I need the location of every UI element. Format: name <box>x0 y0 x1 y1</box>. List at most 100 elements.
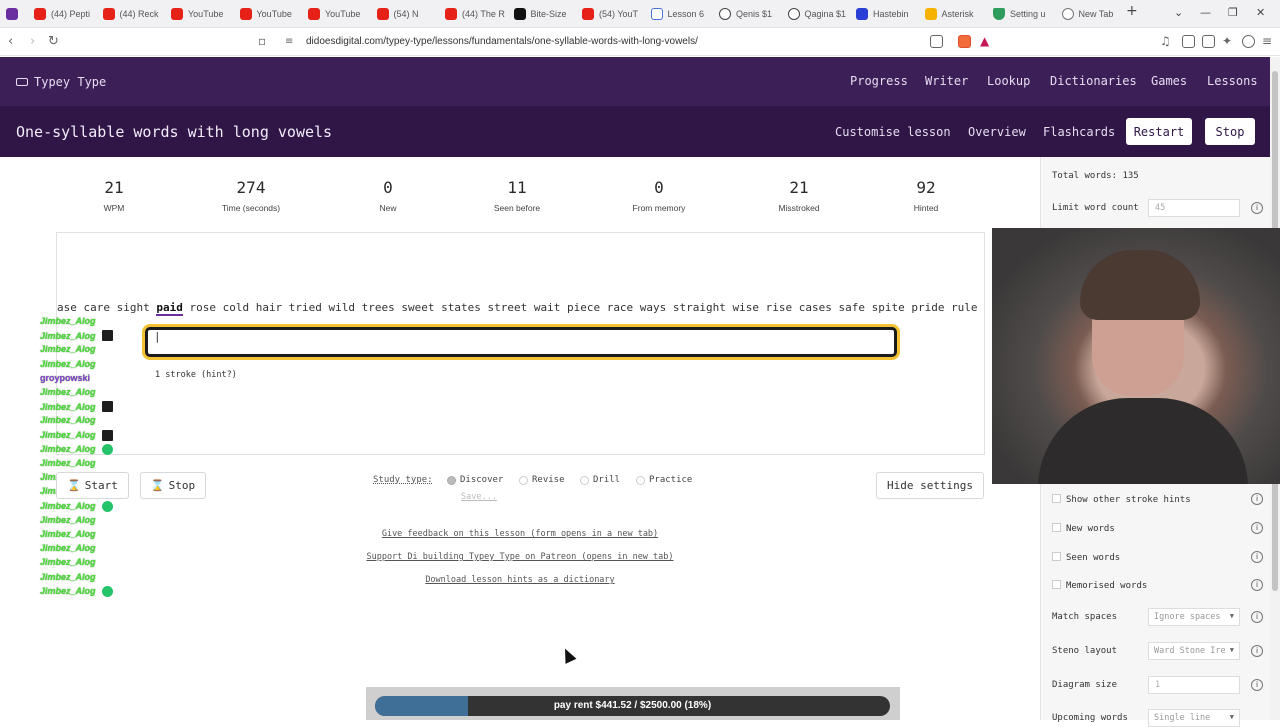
nav-lookup[interactable]: Lookup <box>987 74 1030 88</box>
nav-writer[interactable]: Writer <box>925 74 968 88</box>
brand-logo[interactable]: Typey Type <box>16 75 106 89</box>
stat-value: 0 <box>654 178 664 197</box>
browser-tab[interactable]: Lesson 6 <box>650 4 713 24</box>
chat-username: Jimbez_Alog <box>40 501 96 512</box>
forward-icon[interactable]: › <box>30 34 35 49</box>
menu-icon[interactable]: ≡ <box>1262 34 1272 48</box>
browser-tab[interactable]: New Tab <box>1061 4 1124 24</box>
browser-tab[interactable]: Setting u <box>993 4 1055 24</box>
chat-message: Jimbez_Alog <box>40 415 96 425</box>
browser-tab[interactable]: Bite-Size <box>513 4 576 24</box>
stat-label: From memory <box>632 203 686 213</box>
rewards-icon[interactable]: ▲ <box>980 34 989 48</box>
browser-tab[interactable]: (54) N <box>376 4 439 24</box>
stop-button[interactable]: ⌛ Stop <box>140 472 206 499</box>
chat-message: Jimbez_Alog <box>40 443 113 455</box>
info-icon[interactable]: i <box>1251 611 1263 623</box>
radio-discover[interactable]: Discover <box>447 475 503 485</box>
typing-input[interactable]: | <box>145 327 897 357</box>
customise-lesson-link[interactable]: Customise lesson <box>835 125 951 139</box>
bookmark-icon[interactable]: ▫ <box>258 34 266 48</box>
upcoming-words-select[interactable]: Single line ▼ <box>1148 709 1240 727</box>
tab-label: Lesson 6 <box>667 9 705 19</box>
show-other-stroke-hints-option[interactable]: Show other stroke hints <box>1052 494 1191 505</box>
tab-label: Asterisk <box>941 9 974 19</box>
nav-lessons[interactable]: Lessons <box>1207 74 1258 88</box>
steno-layout-select[interactable]: Ward Stone Ire ▼ <box>1148 642 1240 660</box>
radio-practice[interactable]: Practice <box>636 475 692 485</box>
checkbox[interactable] <box>1052 552 1061 561</box>
browser-tab[interactable]: (44) Reck <box>102 4 165 24</box>
match-spaces-select[interactable]: Ignore spaces ▼ <box>1148 608 1240 626</box>
diagram-size-input[interactable]: 1 <box>1148 676 1240 694</box>
goal-widget: pay rent $441.52 / $2500.00 (18%) <box>366 687 900 720</box>
nav-dictionaries[interactable]: Dictionaries <box>1050 74 1137 88</box>
chat-username: Jimbez_Alog <box>40 415 96 426</box>
sidebar-icon[interactable] <box>1182 35 1195 48</box>
browser-tab[interactable]: (54) YouT <box>582 4 644 24</box>
info-icon[interactable]: i <box>1251 679 1263 691</box>
back-icon[interactable]: ‹ <box>8 34 13 49</box>
info-icon[interactable]: i <box>1251 551 1263 563</box>
browser-tab[interactable]: Hastebin <box>856 4 918 24</box>
restart-button[interactable]: Restart <box>1126 118 1192 145</box>
nav-progress[interactable]: Progress <box>850 74 908 88</box>
screen-cast-icon[interactable] <box>930 35 943 48</box>
chat-message: Jimbez_Alog <box>40 359 96 369</box>
save-link[interactable]: Save... <box>461 492 497 502</box>
wallet-icon[interactable] <box>1202 35 1215 48</box>
info-icon[interactable]: i <box>1251 202 1263 214</box>
info-icon[interactable]: i <box>1251 579 1263 591</box>
memorised-words-option[interactable]: Memorised words <box>1052 580 1147 591</box>
seen-words-option[interactable]: Seen words <box>1052 552 1120 563</box>
limit-word-count-input[interactable]: 45 <box>1148 199 1240 217</box>
radio-drill[interactable]: Drill <box>580 475 620 485</box>
new-words-option[interactable]: New words <box>1052 523 1115 534</box>
browser-tab[interactable]: YouTube <box>171 4 233 24</box>
browser-tab[interactable]: YouTube <box>239 4 302 24</box>
close-window-icon[interactable]: ✕ <box>1256 6 1265 19</box>
tab-search-chevron-icon[interactable]: ⌄ <box>1174 6 1183 19</box>
new-tab-button[interactable]: + <box>1126 3 1138 19</box>
patreon-link[interactable]: Support Di building Typey Type on Patreo… <box>0 552 1040 562</box>
chat-emote-icon <box>101 500 113 512</box>
mouse-cursor-icon <box>559 646 577 664</box>
browser-tab[interactable]: Qagina $1 <box>787 4 850 24</box>
flashcards-link[interactable]: Flashcards <box>1043 125 1115 139</box>
download-hints-link[interactable]: Download lesson hints as a dictionary <box>0 575 1040 585</box>
browser-tab[interactable]: YouTube <box>308 4 370 24</box>
brave-shield-icon[interactable] <box>958 35 971 48</box>
hide-settings-button[interactable]: Hide settings <box>876 472 984 499</box>
typey-tab[interactable] <box>6 4 26 24</box>
minimize-icon[interactable]: — <box>1200 6 1211 19</box>
chat-username: Jimbez_Alog <box>40 330 96 341</box>
browser-tab[interactable]: Qenis $1 <box>719 4 781 24</box>
radio-revise[interactable]: Revise <box>519 475 565 485</box>
browser-tab[interactable]: (44) Pepti <box>34 4 96 24</box>
overview-link[interactable]: Overview <box>968 125 1026 139</box>
maximize-icon[interactable]: ❐ <box>1228 6 1238 19</box>
checkbox[interactable] <box>1052 523 1061 532</box>
info-icon[interactable]: i <box>1251 645 1263 657</box>
site-info-icon[interactable]: ≡ <box>285 36 293 47</box>
vpn-icon[interactable] <box>1242 35 1255 48</box>
music-icon[interactable]: ♫ <box>1160 34 1171 48</box>
start-button[interactable]: ⌛ Start <box>56 472 129 499</box>
extensions-icon[interactable]: ✦ <box>1222 34 1232 48</box>
lesson-header: One-syllable words with long vowels Cust… <box>0 106 1270 157</box>
stroke-hint-link[interactable]: 1 stroke (hint?) <box>155 370 237 380</box>
browser-tab[interactable]: Asterisk <box>924 4 987 24</box>
stop-lesson-button[interactable]: Stop <box>1205 118 1255 145</box>
info-icon[interactable]: i <box>1251 493 1263 505</box>
stat-from-memory: 0 From memory <box>589 178 729 213</box>
url-field[interactable]: didoesdigital.com/typey-type/lessons/fun… <box>306 36 698 47</box>
youtube-icon <box>308 8 320 20</box>
feedback-link[interactable]: Give feedback on this lesson (form opens… <box>0 529 1040 539</box>
stat-misstroked: 21 Misstroked <box>729 178 869 213</box>
checkbox[interactable] <box>1052 494 1061 503</box>
info-icon[interactable]: i <box>1251 522 1263 534</box>
checkbox[interactable] <box>1052 580 1061 589</box>
reload-icon[interactable]: ↻ <box>48 34 59 49</box>
nav-games[interactable]: Games <box>1151 74 1187 88</box>
browser-tab[interactable]: (44) The R <box>445 4 507 24</box>
